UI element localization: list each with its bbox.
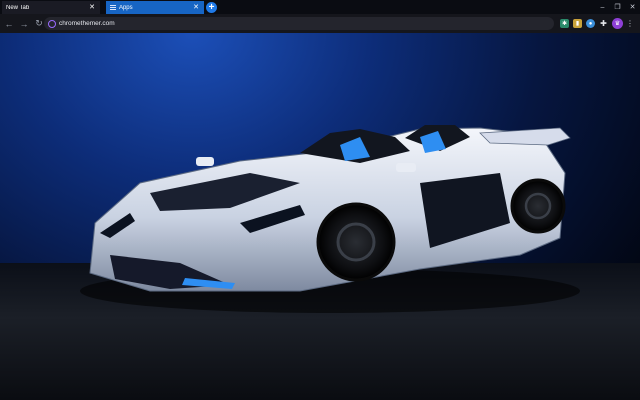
extensions-bar: ✱ ▮ ● ✚ ♛ ⋮ [560,17,634,30]
rear-wheel [510,178,566,234]
extension-b-icon[interactable]: ● [586,19,595,28]
site-info-icon[interactable] [48,19,56,28]
tab-label: Apps [118,4,133,11]
close-icon[interactable]: ✕ [88,4,96,11]
url-text[interactable]: chromethemer.com [59,20,115,27]
window-controls: – ❐ ✕ [595,0,640,14]
kebab-menu-icon[interactable]: ⋮ [626,19,634,28]
window-close-icon[interactable]: ✕ [625,0,640,14]
front-wheel [316,202,396,282]
minimize-icon[interactable]: – [595,0,610,14]
extension-a-icon[interactable]: ▮ [573,19,582,28]
tab-label: New Tab [6,4,30,11]
new-tab-button[interactable]: + [206,2,217,13]
side-mirror-right [396,163,416,172]
profile-avatar[interactable]: ♛ [612,18,623,29]
browser-toolbar: ← → ↻ chromethemer.com ✱ ▮ ● ✚ ♛ ⋮ [0,14,640,33]
tab-new-tab[interactable]: New Tab ✕ [2,1,100,14]
apps-grid-icon [110,4,116,11]
supercar-image [80,125,580,313]
extension-puzzle-icon[interactable]: ✱ [560,19,569,28]
tab-strip: New Tab ✕ Apps ✕ + – ❐ ✕ [0,0,640,14]
extensions-menu-icon[interactable]: ✚ [599,19,608,28]
back-arrow-icon[interactable]: ← [3,18,15,30]
maximize-icon[interactable]: ❐ [610,0,625,14]
side-mirror-left [196,157,214,166]
close-icon[interactable]: ✕ [192,4,200,11]
forward-arrow-icon[interactable]: → [18,18,30,30]
new-tab-page [0,33,640,400]
address-bar[interactable]: chromethemer.com [44,17,554,30]
tab-apps[interactable]: Apps ✕ [106,1,204,14]
